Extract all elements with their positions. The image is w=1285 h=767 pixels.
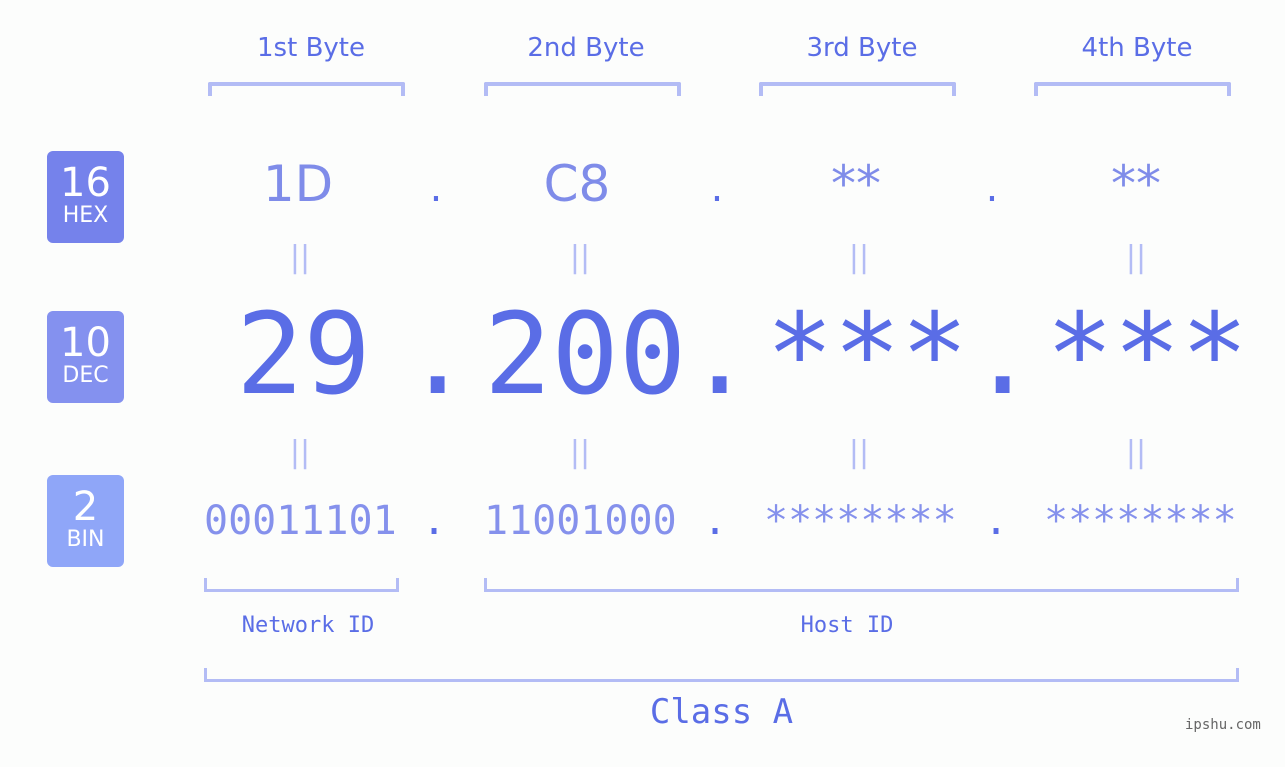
host-id-label: Host ID (800, 613, 894, 638)
equals-dec-bin-3: || (848, 435, 870, 470)
network-id-label: Network ID (241, 613, 375, 638)
bin-byte-1: 00011101 (204, 498, 397, 544)
byte-bracket-2 (484, 82, 681, 96)
equals-hex-dec-4: || (1125, 240, 1147, 275)
equals-hex-dec-3: || (848, 240, 870, 275)
host-id-bracket (484, 578, 1239, 592)
hex-byte-1: 1D (262, 155, 334, 213)
equals-hex-dec-2: || (569, 240, 591, 275)
dec-badge-label: DEC (62, 363, 109, 388)
byte-bracket-1 (208, 82, 405, 96)
byte-header-1: 1st Byte (257, 33, 365, 63)
hex-badge-label: HEX (62, 203, 109, 228)
dec-separator-3: . (969, 290, 1037, 420)
dec-separator-2: . (686, 290, 754, 420)
dec-byte-2: 200 (484, 290, 687, 420)
hex-badge: 16 HEX (47, 151, 124, 243)
dec-byte-1: 29 (236, 290, 371, 420)
bin-separator-2: . (703, 498, 728, 544)
hex-separator-1: . (429, 165, 443, 211)
bin-separator-3: . (984, 498, 1009, 544)
dec-byte-4: *** (1046, 290, 1249, 420)
byte-header-4: 4th Byte (1081, 33, 1193, 63)
watermark: ipshu.com (1185, 717, 1261, 733)
hex-byte-4: ** (1111, 155, 1161, 213)
byte-bracket-4 (1034, 82, 1231, 96)
bin-badge-label: BIN (66, 527, 105, 552)
hex-separator-3: . (985, 165, 999, 211)
hex-byte-3: ** (831, 155, 881, 213)
bin-byte-3: ******** (764, 498, 957, 544)
hex-badge-number: 16 (60, 160, 111, 206)
hex-separator-2: . (710, 165, 724, 211)
equals-dec-bin-2: || (569, 435, 591, 470)
equals-dec-bin-1: || (289, 435, 311, 470)
class-label: Class A (649, 692, 794, 732)
hex-byte-2: C8 (543, 155, 611, 213)
dec-badge-number: 10 (60, 320, 111, 366)
equals-hex-dec-1: || (289, 240, 311, 275)
bin-byte-4: ******** (1044, 498, 1237, 544)
byte-bracket-3 (759, 82, 956, 96)
dec-separator-1: . (404, 290, 472, 420)
dec-byte-3: *** (766, 290, 969, 420)
class-bracket (204, 668, 1239, 682)
byte-header-3: 3rd Byte (806, 33, 918, 63)
byte-header-2: 2nd Byte (527, 33, 645, 63)
bin-badge-number: 2 (72, 484, 99, 530)
bin-separator-1: . (422, 498, 447, 544)
equals-dec-bin-4: || (1125, 435, 1147, 470)
network-id-bracket (204, 578, 399, 592)
dec-badge: 10 DEC (47, 311, 124, 403)
bin-badge: 2 BIN (47, 475, 124, 567)
bin-byte-2: 11001000 (484, 498, 677, 544)
